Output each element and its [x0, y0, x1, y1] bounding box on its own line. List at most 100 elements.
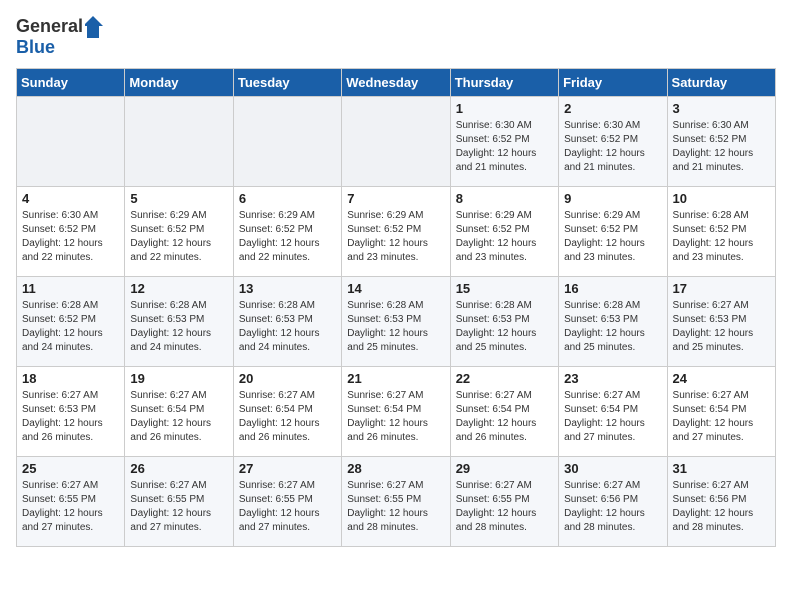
day-number: 13 — [239, 281, 336, 296]
calendar-cell: 11Sunrise: 6:28 AM Sunset: 6:52 PM Dayli… — [17, 276, 125, 366]
day-number: 6 — [239, 191, 336, 206]
day-info: Sunrise: 6:27 AM Sunset: 6:54 PM Dayligh… — [456, 389, 553, 445]
calendar-cell: 17Sunrise: 6:27 AM Sunset: 6:53 PM Dayli… — [667, 276, 775, 366]
day-info: Sunrise: 6:30 AM Sunset: 6:52 PM Dayligh… — [673, 119, 770, 175]
day-number: 16 — [564, 281, 661, 296]
day-info: Sunrise: 6:27 AM Sunset: 6:54 PM Dayligh… — [347, 389, 444, 445]
day-number: 18 — [22, 371, 119, 386]
day-number: 12 — [130, 281, 227, 296]
day-number: 2 — [564, 101, 661, 116]
day-number: 5 — [130, 191, 227, 206]
day-info: Sunrise: 6:28 AM Sunset: 6:53 PM Dayligh… — [564, 299, 661, 355]
day-info: Sunrise: 6:27 AM Sunset: 6:55 PM Dayligh… — [239, 479, 336, 535]
day-number: 22 — [456, 371, 553, 386]
weekday-header-friday: Friday — [559, 68, 667, 96]
calendar-cell: 27 Sunrise: 6:27 AM Sunset: 6:55 PM Dayli… — [233, 456, 341, 546]
day-number: 11 — [22, 281, 119, 296]
calendar-cell: 18 Sunrise: 6:27 AM Sunset: 6:53 PM Dayli… — [17, 366, 125, 456]
day-info: Sunrise: 6:27 AM Sunset: 6:55 PM Dayligh… — [456, 479, 553, 535]
day-info: Sunrise: 6:30 AM Sunset: 6:52 PM Dayligh… — [456, 119, 553, 175]
calendar-cell: 25Sunrise: 6:27 AM Sunset: 6:55 PM Dayli… — [17, 456, 125, 546]
day-number: 8 — [456, 191, 553, 206]
weekday-header-thursday: Thursday — [450, 68, 558, 96]
calendar-cell: 13 Sunrise: 6:28 AM Sunset: 6:53 PM Dayli… — [233, 276, 341, 366]
calendar-cell: 19Sunrise: 6:27 AM Sunset: 6:54 PM Dayli… — [125, 366, 233, 456]
day-number: 29 — [456, 461, 553, 476]
calendar-cell: 7 Sunrise: 6:29 AM Sunset: 6:52 PM Daylig… — [342, 186, 450, 276]
day-info: Sunrise: 6:27 AM Sunset: 6:54 PM Dayligh… — [564, 389, 661, 445]
day-number: 28 — [347, 461, 444, 476]
day-info: Sunrise: 6:28 AM Sunset: 6:52 PM Dayligh… — [673, 209, 770, 265]
day-number: 14 — [347, 281, 444, 296]
day-number: 31 — [673, 461, 770, 476]
calendar-body: 1 Sunrise: 6:30 AM Sunset: 6:52 PM Daylig… — [17, 96, 776, 546]
calendar-cell — [233, 96, 341, 186]
day-number: 1 — [456, 101, 553, 116]
day-info: Sunrise: 6:27 AM Sunset: 6:53 PM Dayligh… — [673, 299, 770, 355]
weekday-header-row: SundayMondayTuesdayWednesdayThursdayFrid… — [17, 68, 776, 96]
day-number: 3 — [673, 101, 770, 116]
week-row-1: 1 Sunrise: 6:30 AM Sunset: 6:52 PM Daylig… — [17, 96, 776, 186]
calendar-cell: 8Sunrise: 6:29 AM Sunset: 6:52 PM Daylig… — [450, 186, 558, 276]
calendar-cell: 1 Sunrise: 6:30 AM Sunset: 6:52 PM Daylig… — [450, 96, 558, 186]
day-number: 30 — [564, 461, 661, 476]
day-info: Sunrise: 6:30 AM Sunset: 6:52 PM Dayligh… — [22, 209, 119, 265]
day-number: 10 — [673, 191, 770, 206]
day-number: 24 — [673, 371, 770, 386]
day-info: Sunrise: 6:28 AM Sunset: 6:53 PM Dayligh… — [239, 299, 336, 355]
calendar-cell — [342, 96, 450, 186]
day-number: 7 — [347, 191, 444, 206]
day-number: 4 — [22, 191, 119, 206]
calendar-cell: 14Sunrise: 6:28 AM Sunset: 6:53 PM Dayli… — [342, 276, 450, 366]
logo: GeneralBlue — [16, 16, 105, 58]
page-header: GeneralBlue — [16, 16, 776, 58]
day-info: Sunrise: 6:27 AM Sunset: 6:55 PM Dayligh… — [130, 479, 227, 535]
day-number: 26 — [130, 461, 227, 476]
calendar-cell: 24 Sunrise: 6:27 AM Sunset: 6:54 PM Dayli… — [667, 366, 775, 456]
day-info: Sunrise: 6:29 AM Sunset: 6:52 PM Dayligh… — [347, 209, 444, 265]
day-info: Sunrise: 6:30 AM Sunset: 6:52 PM Dayligh… — [564, 119, 661, 175]
day-info: Sunrise: 6:27 AM Sunset: 6:54 PM Dayligh… — [239, 389, 336, 445]
day-number: 9 — [564, 191, 661, 206]
weekday-header-wednesday: Wednesday — [342, 68, 450, 96]
day-info: Sunrise: 6:27 AM Sunset: 6:56 PM Dayligh… — [564, 479, 661, 535]
calendar-cell: 22 Sunrise: 6:27 AM Sunset: 6:54 PM Dayli… — [450, 366, 558, 456]
calendar-cell — [17, 96, 125, 186]
calendar-cell: 30 Sunrise: 6:27 AM Sunset: 6:56 PM Dayli… — [559, 456, 667, 546]
day-info: Sunrise: 6:28 AM Sunset: 6:53 PM Dayligh… — [456, 299, 553, 355]
calendar-cell: 6 Sunrise: 6:29 AM Sunset: 6:52 PM Daylig… — [233, 186, 341, 276]
week-row-4: 18 Sunrise: 6:27 AM Sunset: 6:53 PM Dayli… — [17, 366, 776, 456]
calendar-cell: 16 Sunrise: 6:28 AM Sunset: 6:53 PM Dayli… — [559, 276, 667, 366]
calendar-cell: 29 Sunrise: 6:27 AM Sunset: 6:55 PM Dayli… — [450, 456, 558, 546]
calendar-table: SundayMondayTuesdayWednesdayThursdayFrid… — [16, 68, 776, 547]
week-row-5: 25 Sunrise: 6:27 AM Sunset: 6:55 PM Dayli… — [17, 456, 776, 546]
calendar-cell: 2 Sunrise: 6:30 AM Sunset: 6:52 PM Daylig… — [559, 96, 667, 186]
calendar-cell: 23 Sunrise: 6:27 AM Sunset: 6:54 PM Dayli… — [559, 366, 667, 456]
day-number: 27 — [239, 461, 336, 476]
calendar-cell: 21 Sunrise: 6:27 AM Sunset: 6:54 PM Dayli… — [342, 366, 450, 456]
day-number: 21 — [347, 371, 444, 386]
week-row-3: 11Sunrise: 6:28 AM Sunset: 6:52 PM Dayli… — [17, 276, 776, 366]
weekday-header-saturday: Saturday — [667, 68, 775, 96]
day-info: Sunrise: 6:27 AM Sunset: 6:54 PM Dayligh… — [673, 389, 770, 445]
day-info: Sunrise: 6:27 AM Sunset: 6:54 PM Dayligh… — [130, 389, 227, 445]
calendar-cell: 20 Sunrise: 6:27 AM Sunset: 6:54 PM Dayli… — [233, 366, 341, 456]
day-info: Sunrise: 6:27 AM Sunset: 6:53 PM Dayligh… — [22, 389, 119, 445]
day-info: Sunrise: 6:27 AM Sunset: 6:55 PM Dayligh… — [347, 479, 444, 535]
day-number: 25 — [22, 461, 119, 476]
calendar-cell: 28 Sunrise: 6:27 AM Sunset: 6:55 PM Dayli… — [342, 456, 450, 546]
weekday-header-monday: Monday — [125, 68, 233, 96]
calendar-cell — [125, 96, 233, 186]
day-number: 23 — [564, 371, 661, 386]
calendar-header: SundayMondayTuesdayWednesdayThursdayFrid… — [17, 68, 776, 96]
calendar-cell: 9Sunrise: 6:29 AM Sunset: 6:52 PM Daylig… — [559, 186, 667, 276]
day-info: Sunrise: 6:29 AM Sunset: 6:52 PM Dayligh… — [130, 209, 227, 265]
calendar-cell: 4 Sunrise: 6:30 AM Sunset: 6:52 PM Daylig… — [17, 186, 125, 276]
day-info: Sunrise: 6:29 AM Sunset: 6:52 PM Dayligh… — [239, 209, 336, 265]
weekday-header-sunday: Sunday — [17, 68, 125, 96]
weekday-header-tuesday: Tuesday — [233, 68, 341, 96]
calendar-cell: 3 Sunrise: 6:30 AM Sunset: 6:52 PM Daylig… — [667, 96, 775, 186]
day-number: 15 — [456, 281, 553, 296]
calendar-cell: 15 Sunrise: 6:28 AM Sunset: 6:53 PM Dayli… — [450, 276, 558, 366]
day-number: 20 — [239, 371, 336, 386]
